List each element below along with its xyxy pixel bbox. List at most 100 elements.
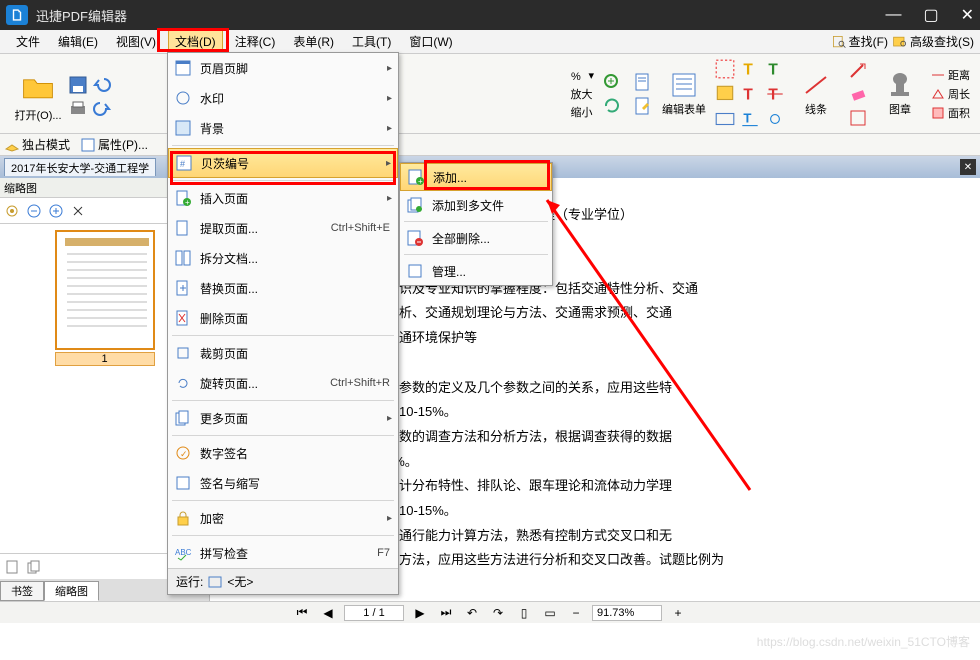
print-icon[interactable]: [68, 99, 88, 119]
text-t-icon[interactable]: T: [739, 58, 761, 80]
document-menu: 页眉页脚▸ 水印▸ 背景▸ #贝茨编号▸ +插入页面▸ 提取页面...Ctrl+…: [167, 52, 399, 595]
submenu-delete-all[interactable]: 全部删除...: [400, 224, 552, 252]
fit-width-button[interactable]: ▭: [540, 603, 560, 623]
menu-watermark[interactable]: 水印▸: [168, 83, 398, 113]
back-button[interactable]: ↶: [462, 603, 482, 623]
menu-spellcheck[interactable]: ABC拼写检查F7: [168, 538, 398, 568]
menu-tool[interactable]: 工具(T): [346, 31, 397, 52]
submenu-add-multi[interactable]: 添加到多文件: [400, 191, 552, 219]
menu-replace-page[interactable]: 替换页面...: [168, 273, 398, 303]
sidebar-tab-thumbnails[interactable]: 缩略图: [44, 581, 99, 601]
close-button[interactable]: ✕: [961, 5, 974, 25]
sidebar-pages-icon[interactable]: [26, 559, 42, 575]
menu-background[interactable]: 背景▸: [168, 113, 398, 143]
close-icon[interactable]: [70, 203, 86, 219]
menu-document[interactable]: 文档(D): [168, 30, 223, 53]
next-page-button[interactable]: ▶: [410, 603, 430, 623]
menu-encrypt[interactable]: 加密▸: [168, 503, 398, 533]
title-bar: 迅捷PDF编辑器 — ▢ ✕: [0, 0, 980, 30]
zoom-percent-dropdown[interactable]: %▾: [570, 68, 594, 84]
menu-sign-initials[interactable]: 签名与缩写: [168, 468, 398, 498]
svg-text:+: +: [418, 177, 423, 186]
refresh-icon[interactable]: [602, 96, 622, 116]
close-tab-button[interactable]: ✕: [960, 159, 976, 175]
text-tools-grid: T T T T T: [714, 58, 786, 130]
properties[interactable]: 属性(P)...: [80, 136, 148, 153]
undo-icon[interactable]: [92, 75, 112, 95]
zoom-in-icon[interactable]: [602, 72, 622, 92]
menu-view[interactable]: 视图(V): [110, 31, 162, 52]
edit-form-button[interactable]: 编辑表单: [660, 71, 708, 117]
menu-rotate-page[interactable]: 旋转页面...Ctrl+Shift+R: [168, 368, 398, 398]
redo-icon[interactable]: [92, 99, 112, 119]
first-page-button[interactable]: ⏮: [292, 603, 312, 623]
menu-crop-page[interactable]: 裁剪页面: [168, 338, 398, 368]
link-icon[interactable]: [764, 108, 786, 130]
distance-tool[interactable]: 距离: [930, 67, 970, 83]
search-button[interactable]: 查找(F): [831, 33, 888, 50]
page-input[interactable]: [344, 605, 404, 621]
save-icon[interactable]: [68, 75, 88, 95]
menu-header-footer[interactable]: 页眉页脚▸: [168, 53, 398, 83]
submenu-manage[interactable]: 管理...: [400, 257, 552, 285]
text-select-icon[interactable]: [714, 58, 736, 80]
last-page-button[interactable]: ⏭: [436, 603, 456, 623]
fit-page-button[interactable]: ▯: [514, 603, 534, 623]
zoom-out-button[interactable]: −: [566, 603, 586, 623]
perimeter-tool[interactable]: 周长: [930, 86, 970, 102]
open-button[interactable]: 打开(O)...: [10, 65, 66, 123]
menu-more-pages[interactable]: 更多页面▸: [168, 403, 398, 433]
menu-split[interactable]: 拆分文档...: [168, 243, 398, 273]
underline-icon[interactable]: T: [739, 108, 761, 130]
area-tool[interactable]: 面积: [930, 105, 970, 121]
zoom-in-button[interactable]: +: [668, 603, 688, 623]
maximize-button[interactable]: ▢: [923, 5, 938, 25]
arrow-icon[interactable]: [848, 60, 868, 80]
strike-icon[interactable]: T: [764, 83, 786, 105]
doc-tab[interactable]: 2017年长安大学-交通工程学: [4, 158, 156, 176]
zoom-level[interactable]: [592, 605, 662, 621]
gear-icon[interactable]: [4, 203, 20, 219]
lines-button[interactable]: 线条: [792, 71, 840, 117]
sidebar-page-icon[interactable]: [4, 559, 20, 575]
menu-bar: 文件 编辑(E) 视图(V) 文档(D) 注释(C) 表单(R) 工具(T) 窗…: [0, 30, 980, 54]
menu-digital-sign[interactable]: ✓数字签名: [168, 438, 398, 468]
menu-window[interactable]: 窗口(W): [403, 31, 458, 52]
sidebar-tab-bookmarks[interactable]: 书签: [0, 581, 44, 601]
status-bar: ⏮ ◀ ▶ ⏭ ↶ ↷ ▯ ▭ − +: [0, 601, 980, 623]
advanced-search-button[interactable]: 高级查找(S): [892, 33, 974, 50]
menu-insert-page[interactable]: +插入页面▸: [168, 183, 398, 213]
note-icon[interactable]: [714, 83, 736, 105]
bates-submenu: +添加... 添加到多文件 全部删除... 管理...: [399, 162, 553, 286]
zoom-in-icon[interactable]: [48, 203, 64, 219]
minimize-button[interactable]: —: [885, 6, 901, 24]
svg-text:T: T: [743, 86, 753, 103]
exclusive-mode[interactable]: 独占模式: [4, 136, 70, 153]
textbox-icon[interactable]: [714, 108, 736, 130]
menu-bates-number[interactable]: #贝茨编号▸: [168, 148, 398, 178]
svg-text:T: T: [743, 110, 751, 125]
page-thumbnail[interactable]: 1: [55, 230, 155, 366]
forward-button[interactable]: ↷: [488, 603, 508, 623]
page-icon[interactable]: [632, 72, 652, 92]
menu-delete-page[interactable]: 删除页面: [168, 303, 398, 333]
prev-page-button[interactable]: ◀: [318, 603, 338, 623]
menu-form[interactable]: 表单(R): [287, 31, 340, 52]
text-tool-icon[interactable]: T: [764, 58, 786, 80]
menu-comment[interactable]: 注释(C): [229, 31, 282, 52]
menu-edit[interactable]: 编辑(E): [52, 31, 104, 52]
page-edit-icon[interactable]: [632, 96, 652, 116]
menu-file[interactable]: 文件: [10, 31, 46, 52]
ribbon: 打开(O)... %▾ 放大 缩小 编辑表单 T T: [0, 54, 980, 134]
red-t-icon[interactable]: T: [739, 83, 761, 105]
shape-icon[interactable]: [848, 108, 868, 128]
svg-text:✓: ✓: [180, 449, 188, 459]
app-title: 迅捷PDF编辑器: [36, 6, 885, 25]
svg-text:T: T: [768, 86, 778, 103]
zoom-out-icon[interactable]: [26, 203, 42, 219]
eraser-icon[interactable]: [848, 84, 868, 104]
menu-extract-page[interactable]: 提取页面...Ctrl+Shift+E: [168, 213, 398, 243]
submenu-add[interactable]: +添加...: [400, 163, 552, 191]
stamp-button[interactable]: 图章: [876, 71, 924, 117]
svg-text:%: %: [571, 71, 581, 83]
